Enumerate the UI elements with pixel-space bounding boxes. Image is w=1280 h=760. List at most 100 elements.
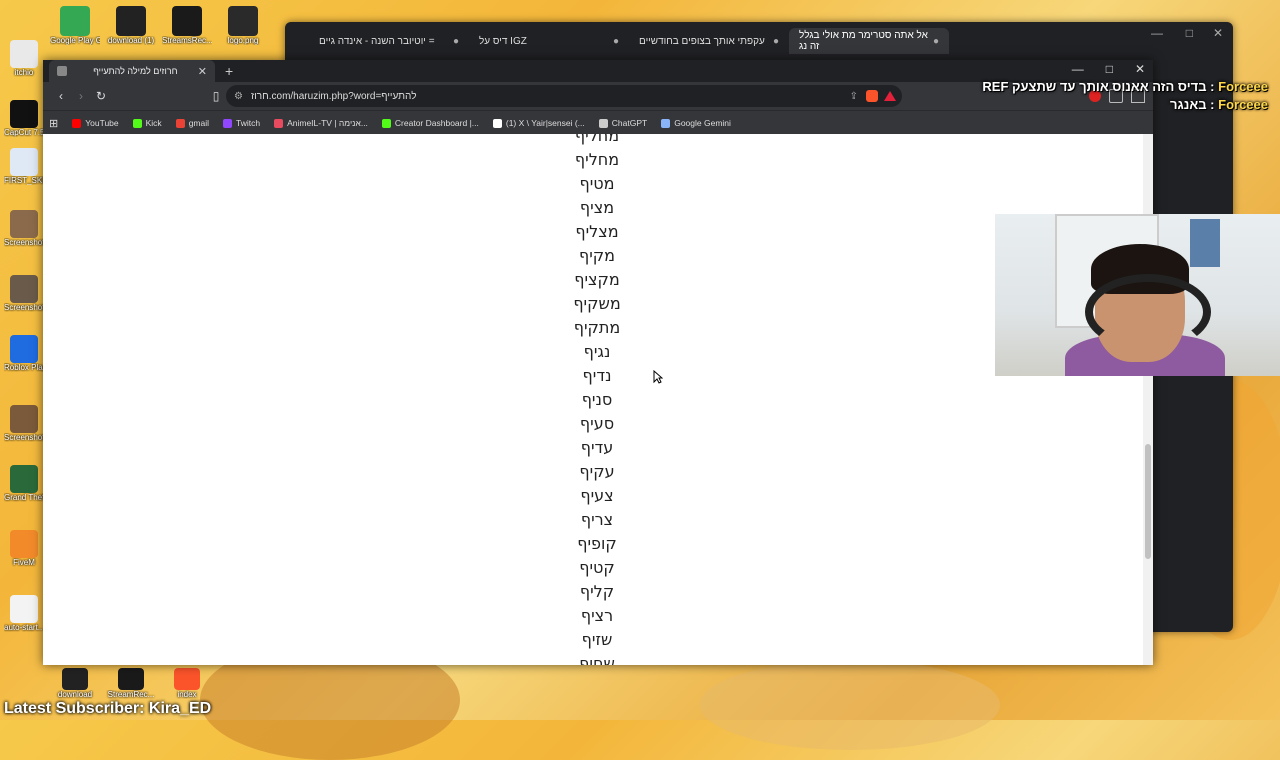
- close-icon[interactable]: ✕: [1135, 62, 1145, 76]
- bookmark-item[interactable]: gmail: [175, 118, 209, 128]
- minimize-icon[interactable]: —: [1072, 62, 1084, 76]
- desktop-shortcut[interactable]: FIRST_SKE...: [4, 148, 44, 185]
- bookmark-label: Google Gemini: [674, 118, 731, 128]
- back-button[interactable]: ‹: [51, 89, 71, 103]
- rhyme-word[interactable]: שחיף: [543, 652, 651, 665]
- tab-close-icon[interactable]: ●: [613, 36, 619, 47]
- site-info-icon[interactable]: ⚙: [234, 91, 243, 102]
- rhyme-word[interactable]: רציף: [543, 604, 651, 628]
- rhyme-word[interactable]: מתקיף: [543, 316, 651, 340]
- gta-icon: [10, 465, 38, 493]
- close-icon[interactable]: ✕: [1213, 26, 1223, 40]
- chat-message: Forceee : בדיס הזה אאנוס אותך עד שתצעק R…: [982, 78, 1268, 96]
- reload-button[interactable]: ↻: [91, 89, 111, 103]
- desktop-shortcut[interactable]: Screenshot 2025-11-...: [4, 405, 44, 442]
- desktop-shortcut[interactable]: CapCut 7.5: [4, 100, 44, 137]
- desktop-shortcut[interactable]: Google Play Games Beta: [50, 6, 100, 45]
- background-tab[interactable]: דיס על IGZ ●: [469, 28, 629, 54]
- bookmark-item[interactable]: Creator Dashboard |...: [381, 118, 479, 128]
- file-icon: [10, 595, 38, 623]
- minimize-icon[interactable]: —: [1151, 26, 1163, 40]
- desktop-shortcut-label: Screenshot 2025-10-...: [4, 238, 44, 247]
- image-icon: [10, 148, 38, 176]
- desktop-shortcut-label: Screenshot 2025-11-...: [4, 433, 44, 442]
- desktop-shortcut[interactable]: download: [50, 668, 100, 699]
- bookmark-icon[interactable]: ▯: [206, 89, 226, 103]
- kick-icon: [381, 118, 391, 128]
- rhyme-word[interactable]: צעיף: [543, 484, 651, 508]
- tab-close-icon[interactable]: ●: [453, 36, 459, 47]
- bookmark-item[interactable]: ChatGPT: [598, 118, 647, 128]
- fivem-icon: [10, 530, 38, 558]
- rhyme-word[interactable]: מקציף: [543, 268, 651, 292]
- chat-message: Forceee : באנגר: [982, 96, 1268, 114]
- tab-close-icon[interactable]: ●: [933, 36, 939, 47]
- rhyme-word[interactable]: מקיף: [543, 244, 651, 268]
- image-icon: [62, 668, 88, 690]
- maximize-icon[interactable]: □: [1106, 62, 1113, 76]
- desktop-shortcut[interactable]: Grand Theft Auto V: [4, 465, 44, 502]
- desktop-shortcut[interactable]: index: [162, 668, 212, 699]
- tab-close-icon[interactable]: ●: [773, 36, 779, 47]
- forward-button[interactable]: ›: [71, 89, 91, 103]
- page-content: מחליף מחליף מטיף מציף מצליף מקיף מקציף משקיף מתק…: [43, 134, 1153, 665]
- bookmark-item[interactable]: YouTube: [72, 118, 119, 128]
- google-play-icon: [60, 6, 90, 36]
- rhyme-word[interactable]: סניף: [543, 388, 651, 412]
- desktop-shortcut[interactable]: Screenshot 2025-10-...: [4, 275, 44, 312]
- bookmark-item[interactable]: (1) X \ Yair|sensei (...: [492, 118, 585, 128]
- background-tab[interactable]: יוטיובר השנה - אינדה גיים = ●: [309, 28, 469, 54]
- desktop-shortcut[interactable]: auto-start...: [4, 595, 44, 632]
- rhyme-word[interactable]: קליף: [543, 580, 651, 604]
- desktop-shortcut[interactable]: Roblox Player: [4, 335, 44, 372]
- rhyme-word[interactable]: קטיף: [543, 556, 651, 580]
- rhyme-word[interactable]: עדיף: [543, 436, 651, 460]
- address-bar[interactable]: ⚙ חרוז.com/haruzim.php?word=להתעייף ⇪: [226, 85, 902, 107]
- animeil-icon: [274, 118, 284, 128]
- rhyme-word[interactable]: צריף: [543, 508, 651, 532]
- scrollbar-thumb[interactable]: [1145, 444, 1151, 559]
- bookmark-item[interactable]: Kick: [132, 118, 162, 128]
- rhyme-word[interactable]: מחליף: [543, 134, 651, 148]
- desktop-shortcut-label: Screenshot 2025-10-...: [4, 303, 44, 312]
- desktop-shortcut[interactable]: StreamsRec...: [162, 6, 212, 45]
- rhyme-word[interactable]: קופיף: [543, 532, 651, 556]
- brave-shields-icon[interactable]: [866, 90, 878, 102]
- rhyme-word[interactable]: מטיף: [543, 172, 651, 196]
- background-tab[interactable]: עקפתי אותך בצופים בחודשיים ●: [629, 28, 789, 54]
- rhyme-word[interactable]: מציף: [543, 196, 651, 220]
- desktop-shortcut[interactable]: logo.png: [218, 6, 268, 45]
- bookmark-item[interactable]: Twitch: [223, 118, 260, 128]
- background-tab[interactable]: אל אתה סטרימר מת אולי בגלל זה נג ●: [789, 28, 949, 54]
- latest-subscriber-text: Latest Subscriber: Kira_ED: [4, 700, 212, 717]
- new-tab-button[interactable]: +: [225, 63, 233, 79]
- desktop-shortcut[interactable]: FiveM: [4, 530, 44, 567]
- desktop-shortcut-label: itchio: [14, 68, 34, 77]
- desktop-shortcut[interactable]: Screenshot 2025-10-...: [4, 210, 44, 247]
- rhyme-word[interactable]: סעיף: [543, 412, 651, 436]
- rhyme-word[interactable]: עקיף: [543, 460, 651, 484]
- desktop-shortcut[interactable]: StreamRec...: [106, 668, 156, 699]
- desktop-shortcut-label: auto-start...: [4, 623, 44, 632]
- maximize-icon[interactable]: □: [1186, 26, 1193, 40]
- rhyme-word[interactable]: נגיף: [543, 340, 651, 364]
- bookmark-item[interactable]: AnimeIL-TV | אנימה...: [274, 118, 368, 128]
- apps-icon[interactable]: ⊞: [49, 117, 58, 130]
- rhyme-word[interactable]: שזיף: [543, 628, 651, 652]
- desktop-shortcut-label: download: [57, 690, 93, 699]
- desktop-shortcut[interactable]: download (1): [106, 6, 156, 45]
- image-icon: [10, 275, 38, 303]
- rhyme-word[interactable]: משקיף: [543, 292, 651, 316]
- bookmark-item[interactable]: Google Gemini: [661, 118, 731, 128]
- tab-active[interactable]: חרוזים למילה להתעייף ✕: [49, 60, 215, 82]
- browser-window: חרוזים למילה להתעייף ✕ + — □ ✕ ‹ › ↻ ▯ ⚙…: [43, 60, 1153, 665]
- share-icon[interactable]: ⇪: [850, 91, 858, 102]
- rhyme-word[interactable]: נדיף: [543, 364, 651, 388]
- brave-rewards-icon[interactable]: [884, 91, 896, 101]
- desktop-shortcut[interactable]: itchio: [4, 40, 44, 77]
- kick-icon: [132, 118, 142, 128]
- capcut-icon: [10, 100, 38, 128]
- rhyme-word[interactable]: מצליף: [543, 220, 651, 244]
- rhyme-word[interactable]: מחליף: [543, 148, 651, 172]
- tab-close-icon[interactable]: ✕: [198, 65, 207, 78]
